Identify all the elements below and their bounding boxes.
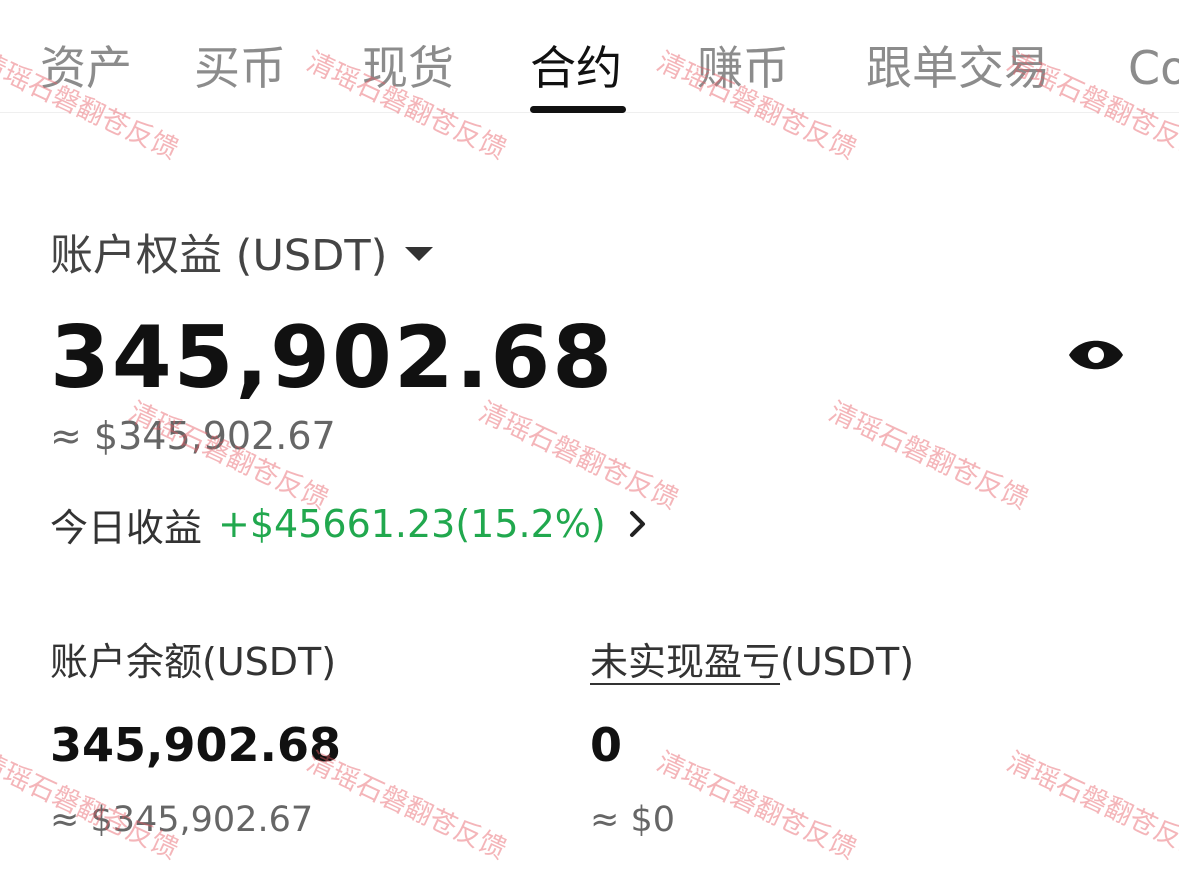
tab-copy-trading[interactable]: 跟单交易 [866,40,1050,96]
tab-futures[interactable]: 合约 [530,40,622,96]
tab-assets[interactable]: 资产 [40,40,132,96]
today-pnl-label: 今日收益 [50,505,203,550]
tab-next-overflow[interactable]: Co [1128,40,1179,96]
unrealized-pnl-section: 未实现盈亏(USDT) 0 ≈ $0 [590,634,914,844]
account-balance-section: 账户余额(USDT) 345,902.68 ≈ $345,902.67 [50,634,341,844]
account-balance-usd-approx: ≈ $345,902.67 [50,800,314,840]
today-pnl-link[interactable]: 今日收益 +$45661.23(15.2%) [50,496,648,552]
equity-label: 账户权益 (USDT) [50,231,388,281]
chevron-down-icon [405,247,434,261]
active-tab-indicator [530,106,626,113]
account-balance-label: 账户余额(USDT) [50,640,337,684]
unrealized-pnl-unit: (USDT) [780,640,915,684]
equity-currency-selector[interactable]: 账户权益 (USDT) [50,224,434,281]
asset-tab-bar: 资产 买币 现货 合约 赚币 跟单交易 Co [0,0,1179,113]
chevron-right-icon [629,511,645,537]
tab-spot[interactable]: 现货 [362,40,454,96]
tab-earn[interactable]: 赚币 [697,40,789,96]
watermark: 清瑶石磐翻苍反馈 [1001,746,1179,866]
unrealized-pnl-info-link[interactable]: 未实现盈亏 [590,640,780,684]
today-pnl-value: +$45661.23(15.2%) [218,502,606,546]
eye-icon[interactable] [1066,330,1126,380]
contract-assets-page: 资产 买币 现货 合约 赚币 跟单交易 Co 账户权益 (USDT) 345,9… [0,0,1179,893]
unrealized-pnl-usd-approx: ≈ $0 [590,800,675,840]
equity-value: 345,902.68 [50,308,615,408]
watermark: 清瑶石磐翻苍反馈 [823,396,1033,516]
unrealized-pnl-value: 0 [590,718,623,772]
account-balance-value: 345,902.68 [50,718,342,772]
equity-usd-approx: ≈ $345,902.67 [50,414,336,458]
unrealized-pnl-label: 未实现盈亏(USDT) [590,634,914,690]
tab-buy-crypto[interactable]: 买币 [194,40,286,96]
